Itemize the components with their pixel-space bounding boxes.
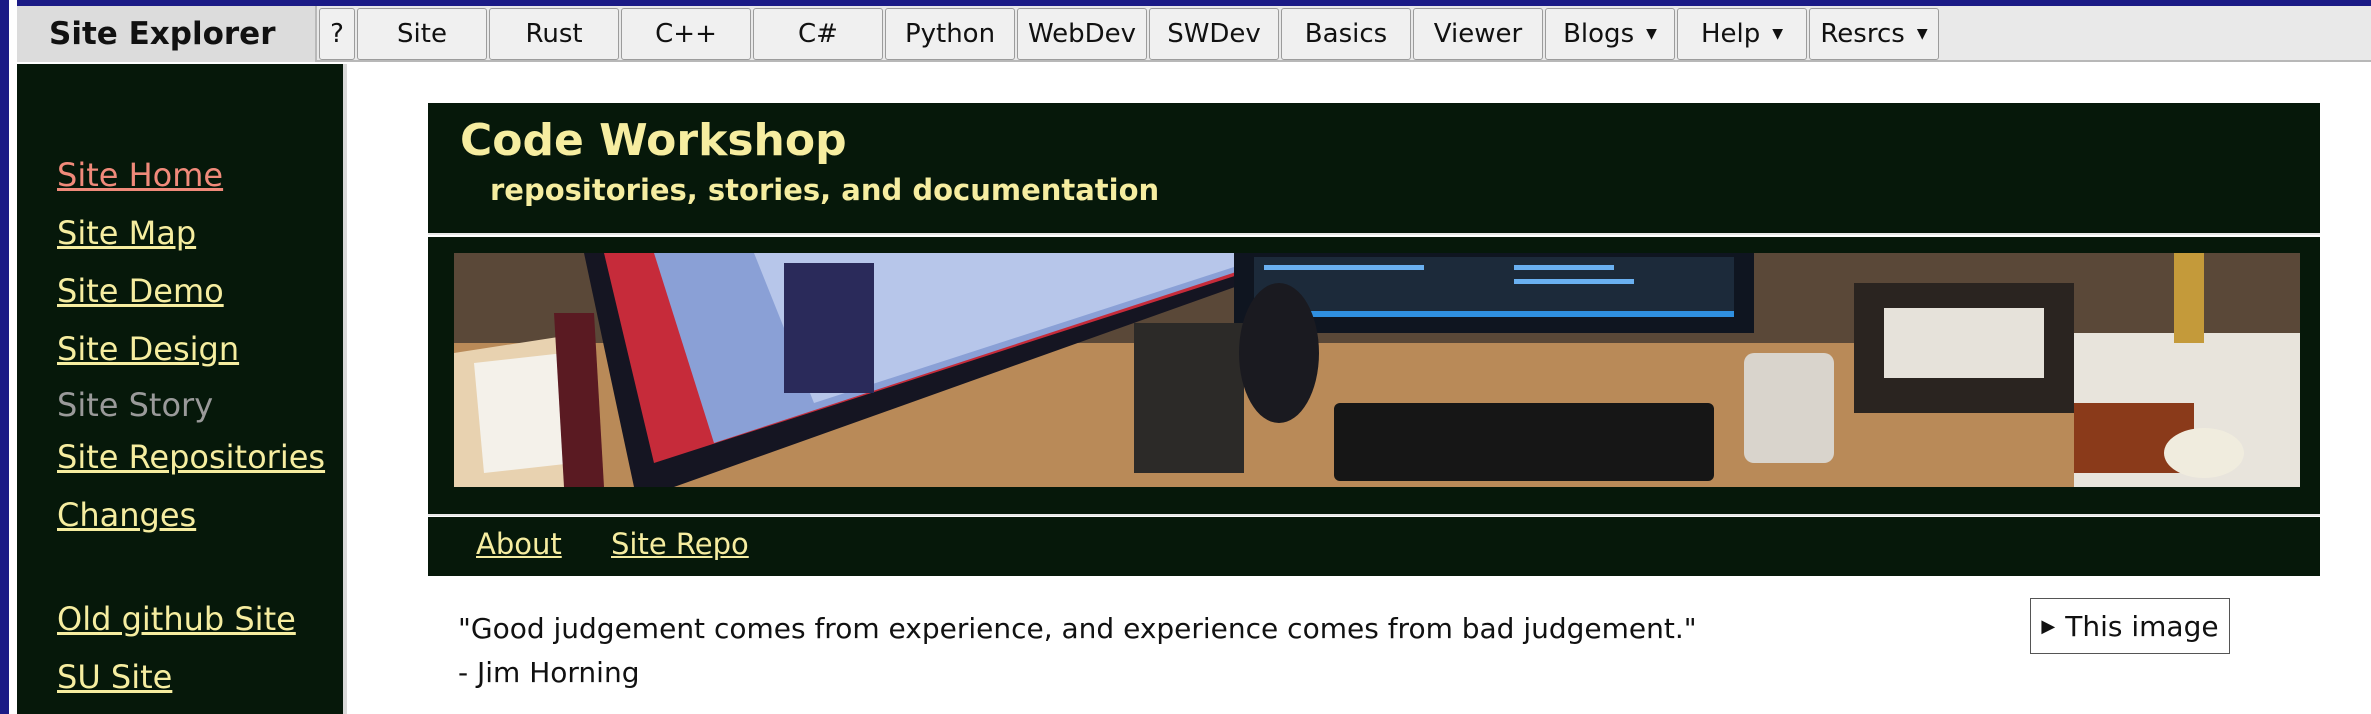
nav-webdev-button[interactable]: WebDev <box>1017 8 1147 60</box>
page-header: Code Workshop repositories, stories, and… <box>428 103 2320 233</box>
nav-button-label: C# <box>798 19 838 49</box>
caret-down-icon: ▼ <box>1646 26 1657 42</box>
sidebar-link-old-github-site[interactable]: Old github Site <box>57 600 296 638</box>
nav-rust-button[interactable]: Rust <box>489 8 619 60</box>
caret-down-icon: ▼ <box>1772 26 1784 42</box>
nav-button-label: Resrcs <box>1820 19 1905 49</box>
sidebar-link-site-home[interactable]: Site Home <box>57 156 223 194</box>
nav-button-label: ? <box>330 19 344 49</box>
image-button-label: This image <box>2065 609 2219 643</box>
nav-python-button[interactable]: Python <box>885 8 1015 60</box>
nav-button-label: SWDev <box>1167 19 1261 49</box>
nav-site-button[interactable]: Site <box>357 8 487 60</box>
nav-help-dropdown[interactable]: Help ▼ <box>1677 8 1807 60</box>
banner-image <box>454 253 2300 487</box>
subnav-link-about[interactable]: About <box>476 527 562 561</box>
sidebar-link-site-repositories[interactable]: Site Repositories <box>57 438 325 476</box>
page-subtitle: repositories, stories, and documentation <box>490 173 1160 207</box>
sidebar-link-site-design[interactable]: Site Design <box>57 330 239 368</box>
nav-button-label: WebDev <box>1027 19 1137 49</box>
nav-button-label: Rust <box>525 19 583 49</box>
this-image-toggle-button[interactable]: ▶ This image <box>2030 598 2230 654</box>
quote-author: - Jim Horning <box>458 656 640 689</box>
page-title: Code Workshop <box>460 115 847 166</box>
banner-divider <box>428 514 2320 516</box>
sidebar-link-site-map[interactable]: Site Map <box>57 214 196 252</box>
nav-viewer-button[interactable]: Viewer <box>1413 8 1543 60</box>
site-explorer-brand[interactable]: Site Explorer <box>17 6 317 62</box>
quote-text: "Good judgement comes from experience, a… <box>458 612 1697 645</box>
sub-nav-bar: About Site Repo <box>428 517 2320 576</box>
nav-basics-button[interactable]: Basics <box>1281 8 1411 60</box>
sidebar-link-su-site[interactable]: SU Site <box>57 658 172 696</box>
header-divider <box>428 233 2320 235</box>
nav-button-label: C++ <box>655 19 717 49</box>
nav-help-question-button[interactable]: ? <box>319 8 355 60</box>
nav-swdev-button[interactable]: SWDev <box>1149 8 1279 60</box>
sidebar-link-changes[interactable]: Changes <box>57 496 196 534</box>
banner-container <box>428 237 2320 515</box>
nav-button-label: Viewer <box>1433 19 1523 49</box>
nav-cpp-button[interactable]: C++ <box>621 8 751 60</box>
nav-csharp-button[interactable]: C# <box>753 8 883 60</box>
sidebar-item-site-story: Site Story <box>57 386 214 424</box>
nav-blogs-dropdown[interactable]: Blogs ▼ <box>1545 8 1675 60</box>
top-nav-bar: Site Explorer ? Site Rust C++ C# Python … <box>17 6 2371 62</box>
nav-button-label: Python <box>904 19 996 49</box>
caret-down-icon: ▼ <box>1916 26 1928 42</box>
sidebar: Site Home Site Map Site Demo Site Design… <box>17 64 347 714</box>
nav-button-label: Basics <box>1304 19 1388 49</box>
sidebar-link-site-demo[interactable]: Site Demo <box>57 272 224 310</box>
nav-button-label: Site <box>397 19 447 49</box>
desk-setup-photo <box>454 253 2300 487</box>
nav-button-label: Blogs <box>1563 19 1635 49</box>
nav-resources-dropdown[interactable]: Resrcs ▼ <box>1809 8 1939 60</box>
nav-button-label: Help <box>1700 19 1761 49</box>
subnav-link-site-repo[interactable]: Site Repo <box>611 527 749 561</box>
play-triangle-icon: ▶ <box>2041 615 2056 637</box>
